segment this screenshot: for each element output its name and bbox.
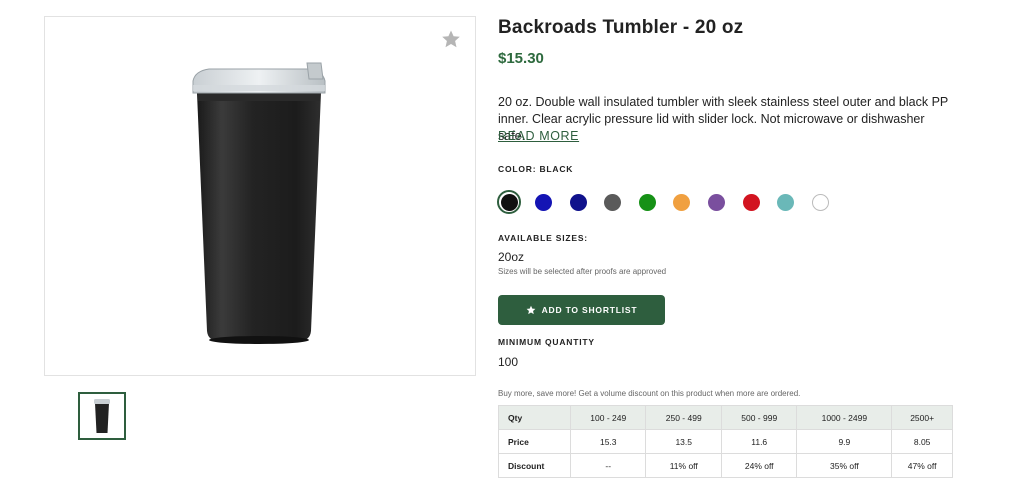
color-swatch-navy[interactable]	[567, 191, 589, 213]
volume-discount-note: Buy more, save more! Get a volume discou…	[498, 389, 801, 398]
swatch-dot	[638, 193, 656, 211]
minimum-quantity-label: MINIMUM QUANTITY	[498, 337, 595, 347]
table-cell: 8.05	[891, 429, 953, 454]
swatch-dot	[811, 193, 829, 211]
table-header-cell: 1000 - 2499	[796, 405, 893, 430]
product-tumbler-image	[192, 62, 326, 344]
add-to-shortlist-button[interactable]: ADD TO SHORTLIST	[498, 295, 665, 325]
swatch-dot	[673, 193, 691, 211]
swatch-dot	[708, 193, 726, 211]
size-note: Sizes will be selected after proofs are …	[498, 267, 667, 276]
thumbnail-image[interactable]	[78, 392, 126, 440]
table-header-cell: 250 - 499	[645, 405, 722, 430]
pricing-table: Qty 100 - 249 250 - 499 500 - 999 1000 -…	[498, 405, 953, 478]
table-cell: 13.5	[645, 429, 722, 454]
color-swatch-black[interactable]	[497, 190, 521, 214]
swatch-dot	[535, 193, 553, 211]
star-icon	[526, 305, 536, 315]
pricing-header-row: Qty 100 - 249 250 - 499 500 - 999 1000 -…	[498, 405, 953, 430]
pricing-price-row: Price 15.3 13.5 11.6 9.9 8.05	[498, 429, 953, 454]
swatch-dot	[569, 193, 587, 211]
table-cell: Price	[498, 429, 571, 454]
sizes-label: AVAILABLE SIZES:	[498, 233, 588, 243]
table-header-cell: 100 - 249	[569, 405, 647, 430]
table-cell: 24% off	[720, 453, 798, 478]
color-swatch-orange[interactable]	[671, 191, 693, 213]
product-image-frame	[44, 16, 476, 376]
color-swatches	[497, 190, 844, 214]
pricing-discount-row: Discount -- 11% off 24% off 35% off 47% …	[498, 453, 953, 478]
swatch-dot	[742, 193, 760, 211]
swatch-dot	[777, 193, 795, 211]
minimum-quantity-value: 100	[498, 355, 519, 369]
product-price: $15.30	[498, 50, 544, 67]
swatch-dot	[604, 193, 622, 211]
size-value: 20oz	[498, 250, 525, 264]
table-cell: 11.6	[720, 429, 798, 454]
product-title: Backroads Tumbler - 20 oz	[498, 17, 744, 38]
table-cell: 11% off	[645, 453, 722, 478]
table-header-cell: 2500+	[891, 405, 953, 430]
table-cell: 35% off	[796, 453, 893, 478]
color-swatch-white[interactable]	[809, 191, 831, 213]
color-label: COLOR: BLACK	[498, 164, 574, 174]
favorite-star-icon[interactable]	[441, 29, 461, 49]
thumbnail-tumbler-image	[94, 399, 110, 433]
table-cell: --	[569, 453, 647, 478]
color-swatch-red[interactable]	[740, 191, 762, 213]
table-header-cell: 500 - 999	[720, 405, 798, 430]
color-swatch-purple[interactable]	[706, 191, 728, 213]
color-swatch-gray[interactable]	[602, 191, 624, 213]
color-swatch-blue[interactable]	[533, 191, 555, 213]
table-cell: 47% off	[891, 453, 953, 478]
table-cell: 15.3	[569, 429, 647, 454]
table-header-cell: Qty	[498, 405, 571, 430]
swatch-dot	[500, 193, 518, 211]
shortlist-button-label: ADD TO SHORTLIST	[541, 305, 638, 315]
color-swatch-teal[interactable]	[775, 191, 797, 213]
color-swatch-green[interactable]	[636, 191, 658, 213]
table-cell: Discount	[498, 453, 571, 478]
read-more-link[interactable]: READ MORE	[498, 129, 579, 143]
table-cell: 9.9	[796, 429, 893, 454]
